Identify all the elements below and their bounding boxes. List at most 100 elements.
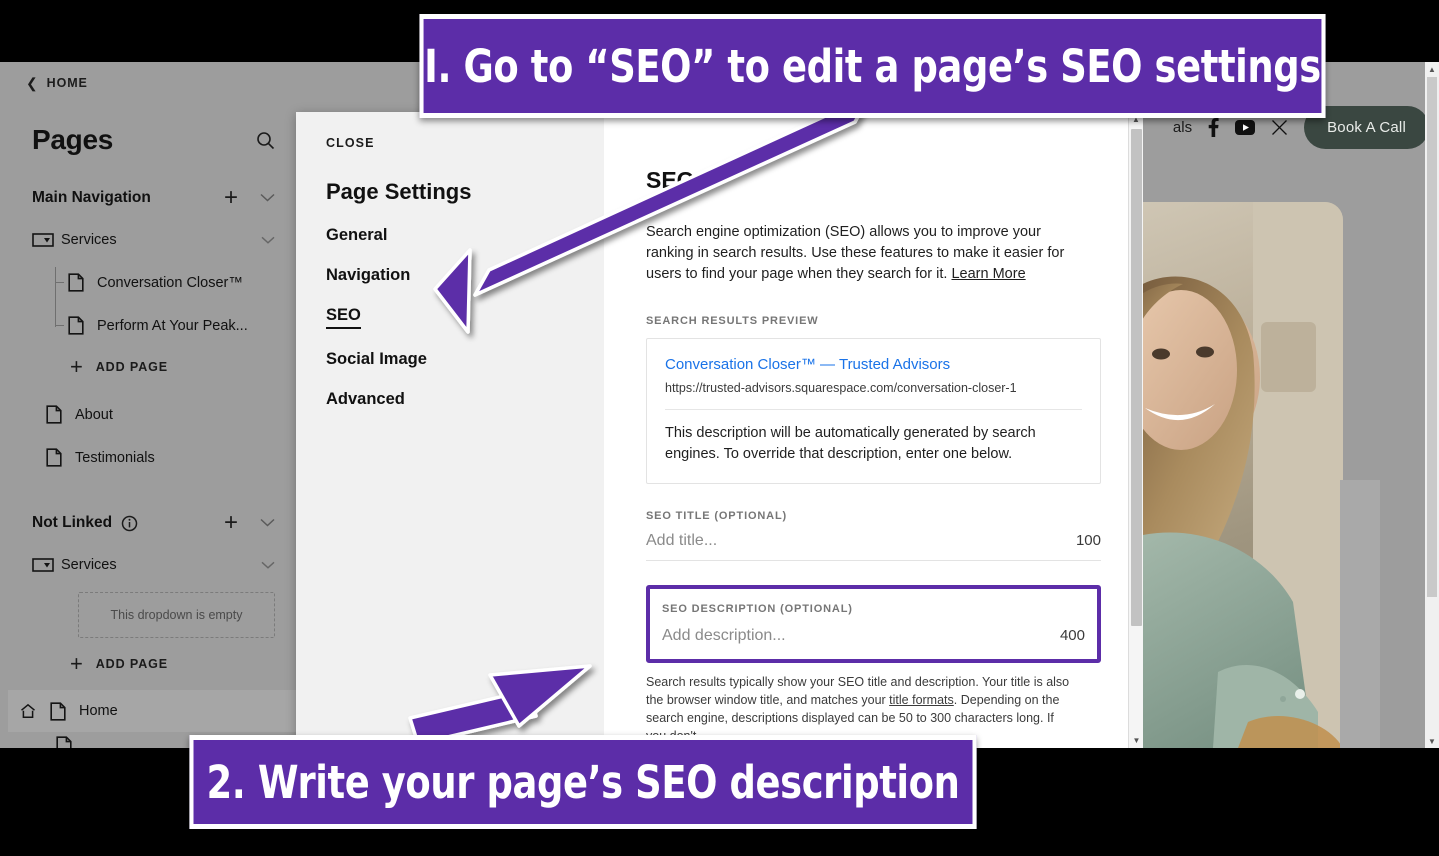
seo-panel: SEO Search engine optimization (SEO) all… (604, 112, 1143, 748)
sidebar-item-label: Home (79, 703, 118, 719)
annotation-banner-step-1-text: I. Go to “SEO” to edit a page’s SEO sett… (424, 39, 1321, 93)
preview-description: This description will be automatically g… (665, 425, 1036, 462)
seo-description-input[interactable]: Add description... (662, 627, 786, 645)
sidebar-item-perform-at-your-peak[interactable]: Perform At Your Peak... (8, 304, 297, 347)
section-title: Main Navigation (32, 189, 151, 206)
seo-title-input[interactable]: Add title... (646, 532, 717, 550)
tab-seo[interactable]: SEO (326, 306, 361, 329)
tree-connector (55, 267, 56, 327)
dropdown-folder-icon (32, 232, 54, 247)
scroll-up-arrow-icon[interactable]: ▲ (1425, 62, 1439, 76)
info-icon[interactable] (121, 515, 138, 532)
tree-tick (55, 282, 64, 283)
plus-icon: + (70, 354, 84, 379)
smiling-woman-photo (1143, 202, 1343, 748)
seo-title-field: SEO TITLE (OPTIONAL) Add title... 100 (646, 510, 1101, 561)
add-page-label: ADD PAGE (95, 360, 169, 374)
chevron-down-icon[interactable] (261, 556, 275, 574)
page-icon (56, 735, 78, 748)
tab-navigation[interactable]: Navigation (326, 266, 604, 285)
photo-figure (1143, 202, 1343, 748)
divider (665, 409, 1082, 410)
add-page-button-main[interactable]: + ADD PAGE (8, 347, 297, 387)
tab-advanced[interactable]: Advanced (326, 390, 604, 409)
search-results-preview-card: Conversation Closer™ — Trusted Advisors … (646, 338, 1101, 484)
chevron-down-icon[interactable] (260, 190, 275, 206)
add-to-main-navigation-button[interactable]: + (224, 186, 238, 210)
sidebar-item-label: About (75, 406, 113, 423)
pages-header: Pages (8, 90, 297, 156)
annotation-banner-step-2-text: 2. Write your page’s SEO description (206, 755, 960, 809)
seo-description-label: SEO DESCRIPTION (OPTIONAL) (662, 603, 853, 615)
seo-description-field: SEO DESCRIPTION (OPTIONAL) Add descripti… (646, 585, 1101, 663)
seo-heading: SEO (646, 167, 695, 193)
screenshot-stage: ❮ HOME Pages Main Navigation + Services … (0, 0, 1439, 856)
search-results-preview-label: SEARCH RESULTS PREVIEW (646, 315, 819, 327)
tree-tick (55, 325, 64, 326)
preview-url: https://trusted-advisors.squarespace.com… (665, 381, 1017, 395)
scroll-down-arrow-icon[interactable]: ▼ (1425, 734, 1439, 748)
back-to-home-button[interactable]: ❮ HOME (8, 62, 297, 91)
page-icon (68, 273, 90, 292)
chevron-down-icon[interactable] (260, 515, 275, 531)
add-page-button-not-linked[interactable]: + ADD PAGE (8, 644, 297, 684)
scrollbar-thumb[interactable] (1427, 77, 1437, 597)
page-settings-modal: CLOSE Page Settings General Navigation S… (296, 112, 1143, 748)
sidebar-item-conversation-closer[interactable]: Conversation Closer™ (8, 261, 297, 304)
sidebar-item-testimonials[interactable]: Testimonials (8, 436, 297, 479)
sidebar-item-about[interactable]: About (8, 393, 297, 436)
tab-social-image[interactable]: Social Image (326, 350, 604, 369)
sidebar-item-home[interactable]: Home (8, 690, 297, 732)
annotation-banner-step-1: I. Go to “SEO” to edit a page’s SEO sett… (419, 14, 1326, 118)
chevron-left-icon: ❮ (26, 74, 39, 91)
site-preview: als Book A Call ▲ ▼ (1143, 62, 1439, 748)
home-icon (16, 703, 40, 719)
plus-icon: + (70, 651, 84, 676)
page-icon (46, 448, 68, 467)
site-content-block (1340, 480, 1380, 748)
sidebar-item-label: Conversation Closer™ (97, 274, 243, 291)
add-to-not-linked-button[interactable]: + (224, 511, 238, 535)
pages-sidebar: ❮ HOME Pages Main Navigation + Services … (8, 62, 297, 748)
page-title: Pages (32, 124, 113, 155)
dropdown-folder-icon (32, 557, 54, 572)
search-icon[interactable] (256, 131, 275, 150)
preview-title[interactable]: Conversation Closer™ — Trusted Advisors (665, 355, 1082, 375)
squarespace-editor: ❮ HOME Pages Main Navigation + Services … (0, 62, 1439, 748)
title-formats-link[interactable]: title formats (889, 693, 954, 707)
tab-general[interactable]: General (326, 226, 604, 245)
section-title: Not Linked (32, 514, 113, 531)
sidebar-item-label: Services (61, 556, 117, 573)
scrollbar-thumb[interactable] (1131, 129, 1142, 626)
sidebar-item-services-not-linked[interactable]: Services (8, 543, 297, 586)
chevron-down-icon[interactable] (261, 231, 275, 249)
add-page-label: ADD PAGE (95, 657, 169, 671)
learn-more-link[interactable]: Learn More (951, 266, 1025, 282)
seo-intro-text: Search engine optimization (SEO) allows … (646, 222, 1086, 285)
page-icon (68, 316, 90, 335)
x-twitter-icon[interactable] (1271, 119, 1288, 136)
sidebar-item-services-main[interactable]: Services (8, 218, 297, 261)
facebook-icon[interactable] (1208, 118, 1219, 137)
page-settings-title: Page Settings (326, 179, 472, 204)
section-header-main-navigation: Main Navigation + (8, 156, 297, 210)
empty-dropdown-placeholder: This dropdown is empty (78, 592, 275, 638)
settings-scrollbar[interactable]: ▲ ▼ (1128, 112, 1143, 748)
sidebar-item-label: Testimonials (75, 449, 155, 466)
sidebar-item-label: Perform At Your Peak... (97, 317, 248, 334)
annotation-banner-step-2: 2. Write your page’s SEO description (189, 735, 977, 829)
sidebar-item-label: Services (61, 231, 117, 248)
seo-title-label: SEO TITLE (OPTIONAL) (646, 510, 788, 522)
back-to-home-label: HOME (46, 76, 88, 90)
seo-title-char-count: 100 (1075, 532, 1101, 549)
close-button[interactable]: CLOSE (326, 136, 604, 150)
youtube-icon[interactable] (1235, 120, 1256, 135)
page-settings-nav: CLOSE Page Settings General Navigation S… (296, 112, 604, 748)
seo-description-char-count: 400 (1059, 627, 1085, 644)
nav-item-partial[interactable]: als (1173, 119, 1192, 136)
page-icon (46, 405, 68, 424)
section-header-not-linked: Not Linked + (8, 479, 297, 535)
site-preview-scrollbar[interactable]: ▲ ▼ (1425, 62, 1439, 748)
scroll-down-arrow-icon[interactable]: ▼ (1129, 733, 1144, 748)
page-icon (50, 701, 72, 721)
